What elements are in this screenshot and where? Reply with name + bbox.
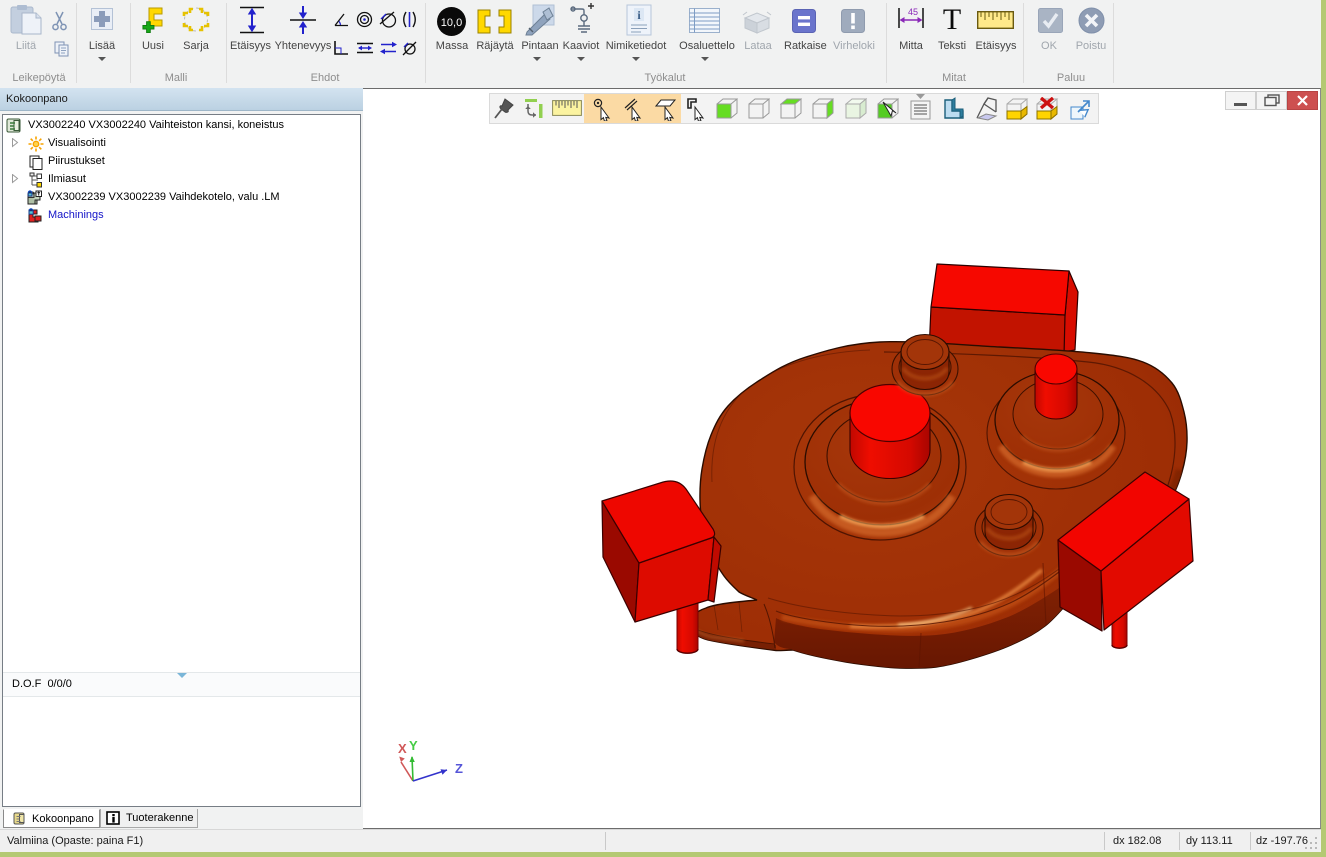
svg-text:Z: Z <box>455 761 463 776</box>
svg-text:10,0: 10,0 <box>441 17 462 29</box>
svg-text:45: 45 <box>908 7 918 17</box>
svg-text:Y: Y <box>409 738 418 753</box>
svg-text:X: X <box>398 741 407 756</box>
svg-text:T: T <box>943 5 961 33</box>
